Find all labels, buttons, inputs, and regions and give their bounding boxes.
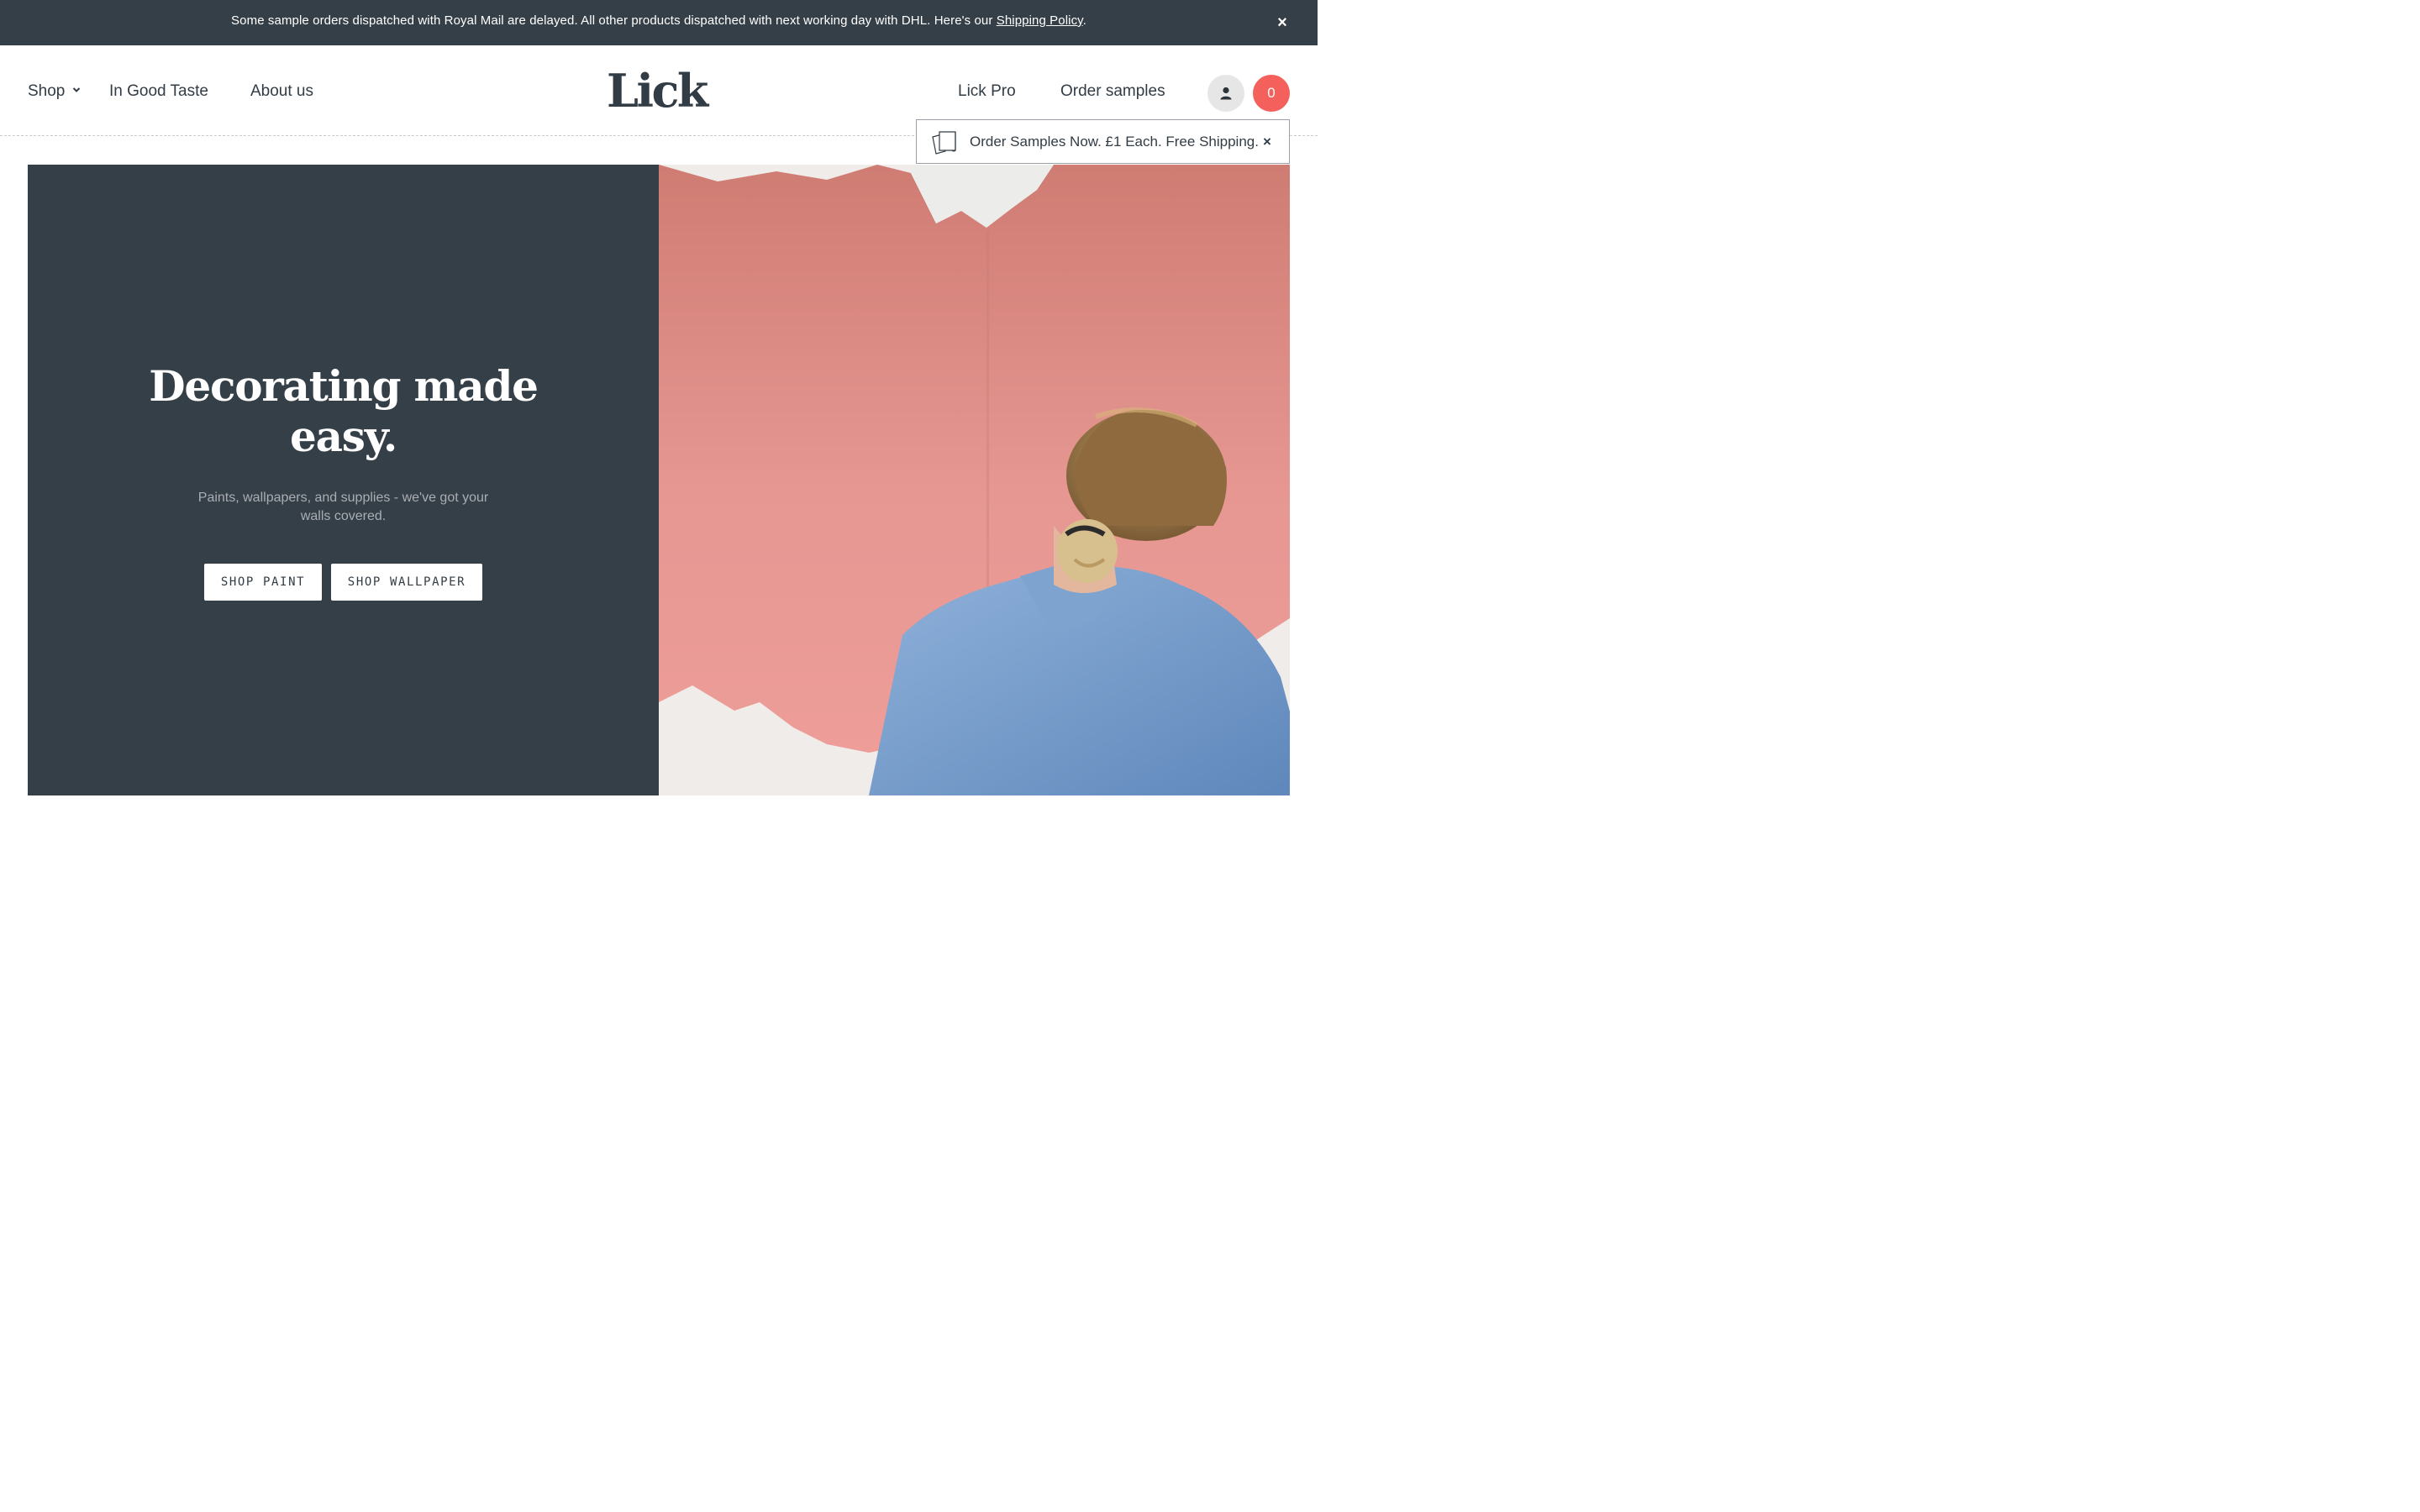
hero-title: Decorating made easy. — [149, 361, 539, 461]
chevron-down-icon — [73, 87, 81, 92]
shipping-policy-link[interactable]: Shipping Policy — [997, 13, 1083, 28]
nav-order-samples[interactable]: Order samples — [1060, 82, 1165, 101]
user-icon — [1220, 87, 1232, 100]
announcement-suffix: . — [1082, 13, 1086, 28]
announcement-bar: Some sample orders dispatched with Royal… — [0, 0, 1318, 45]
nav-shop-label: Shop — [28, 82, 66, 100]
painting-photo — [659, 165, 1290, 795]
announcement-text: Some sample orders dispatched with Royal… — [0, 13, 1318, 28]
hero-section: Decorating made easy. Paints, wallpapers… — [28, 165, 1290, 795]
nav-shop[interactable]: Shop — [28, 82, 82, 101]
shop-wallpaper-button[interactable]: SHOP WALLPAPER — [331, 564, 482, 601]
hero-subtitle: Paints, wallpapers, and supplies - we've… — [197, 491, 489, 523]
account-button[interactable] — [1207, 75, 1244, 112]
nav-about-us[interactable]: About us — [250, 82, 313, 101]
hero-text-panel: Decorating made easy. Paints, wallpapers… — [28, 165, 659, 795]
cart-count: 0 — [1267, 85, 1276, 101]
nav-lick-pro[interactable]: Lick Pro — [958, 82, 1016, 101]
popup-message: Order Samples Now. £1 Each. Free Shippin… — [970, 134, 1259, 150]
shop-paint-button[interactable]: SHOP PAINT — [204, 564, 322, 601]
sample-cards-icon — [932, 131, 956, 155]
close-icon[interactable]: × — [1260, 134, 1274, 150]
close-icon[interactable]: × — [1274, 14, 1291, 31]
cart-button[interactable]: 0 — [1253, 75, 1290, 112]
order-samples-popup[interactable]: Order Samples Now. £1 Each. Free Shippin… — [916, 119, 1290, 164]
announcement-message: Some sample orders dispatched with Royal… — [231, 13, 997, 28]
logo[interactable]: Lick — [607, 64, 708, 118]
nav-in-good-taste[interactable]: In Good Taste — [109, 82, 208, 101]
hero-image — [659, 165, 1290, 795]
